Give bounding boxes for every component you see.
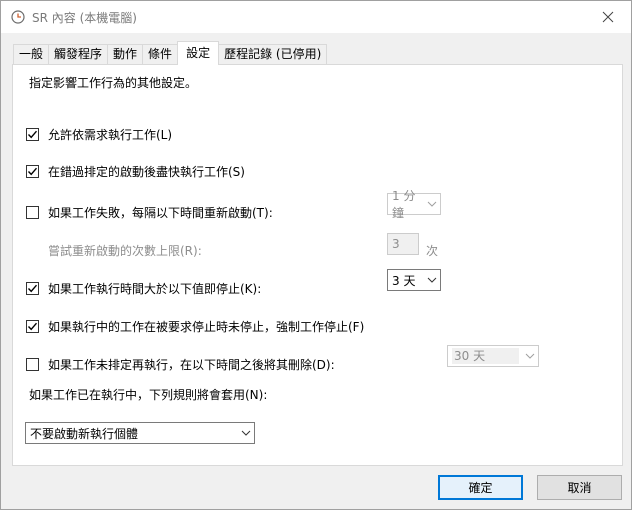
checkmark-icon — [27, 284, 38, 293]
restart-interval-select[interactable]: 1 分鐘 — [387, 189, 441, 220]
stop-duration-value: 3 天 — [392, 273, 416, 288]
run-after-missed-checkbox[interactable] — [26, 165, 39, 178]
tab-actions[interactable]: 動作 — [107, 44, 143, 65]
tab-settings[interactable]: 設定 — [177, 41, 220, 65]
restart-attempts-input[interactable]: 3 — [387, 233, 419, 255]
ok-button[interactable]: 確定 — [438, 475, 523, 500]
stop-if-longer-label[interactable]: 如果工作執行時間大於以下值即停止(K): — [48, 280, 261, 297]
chevron-down-icon — [423, 194, 440, 214]
tab-general[interactable]: 一般 — [13, 44, 49, 65]
restart-interval-value: 1 分鐘 — [392, 189, 416, 220]
delete-duration-select[interactable]: 30 天 — [447, 345, 539, 367]
restart-attempts-unit: 次 — [426, 244, 439, 258]
delete-if-unscheduled-checkbox[interactable] — [26, 358, 39, 371]
stop-if-longer-checkbox[interactable] — [26, 282, 39, 295]
chevron-down-icon — [237, 423, 254, 443]
checkmark-icon — [27, 322, 38, 331]
chevron-down-icon — [423, 270, 440, 290]
run-after-missed-row: 在錯過排定的啟動後盡快執行工作(S) — [26, 163, 245, 180]
stop-if-longer-row: 如果工作執行時間大於以下值即停止(K): — [26, 280, 261, 297]
allow-on-demand-row: 允許依需求執行工作(L) — [26, 126, 172, 143]
checkmark-icon — [27, 167, 38, 176]
running-rule-select[interactable]: 不要啟動新執行個體 — [25, 422, 255, 444]
clock-icon — [11, 10, 25, 24]
running-rule-label: 如果工作已在執行中，下列規則將會套用(N): — [29, 388, 268, 402]
force-stop-row: 如果執行中的工作在被要求停止時未停止，強制工作停止(F) — [26, 318, 364, 335]
chevron-down-icon — [521, 346, 538, 366]
restart-attempts-label: 嘗試重新啟動的次數上限(R): — [48, 244, 202, 258]
tab-strip: 一般 觸發程序 動作 條件 設定 歷程記錄 (已停用) — [13, 41, 328, 65]
checkmark-icon — [27, 130, 38, 139]
run-after-missed-label[interactable]: 在錯過排定的啟動後盡快執行工作(S) — [48, 163, 245, 180]
restart-on-fail-row: 如果工作失敗，每隔以下時間重新啟動(T): — [26, 204, 273, 221]
title-bar: SR 內容 (本機電腦) — [1, 1, 631, 33]
window-title: SR 內容 (本機電腦) — [32, 11, 137, 25]
force-stop-label[interactable]: 如果執行中的工作在被要求停止時未停止，強制工作停止(F) — [48, 318, 364, 335]
delete-if-unscheduled-row: 如果工作未排定再執行，在以下時間之後將其刪除(D): — [26, 356, 335, 373]
delete-if-unscheduled-label[interactable]: 如果工作未排定再執行，在以下時間之後將其刪除(D): — [48, 356, 335, 373]
running-rule-value: 不要啟動新執行個體 — [30, 426, 139, 441]
force-stop-checkbox[interactable] — [26, 320, 39, 333]
restart-on-fail-checkbox[interactable] — [26, 206, 39, 219]
delete-duration-value: 30 天 — [452, 348, 519, 364]
close-icon — [602, 11, 614, 23]
stop-duration-select[interactable]: 3 天 — [387, 269, 441, 291]
settings-panel: 指定影響工作行為的其他設定。 允許依需求執行工作(L) 在錯過排定的啟動後盡快執… — [12, 64, 623, 466]
allow-on-demand-checkbox[interactable] — [26, 128, 39, 141]
close-button[interactable] — [585, 1, 631, 33]
tab-history[interactable]: 歷程記錄 (已停用) — [219, 44, 328, 65]
restart-on-fail-label[interactable]: 如果工作失敗，每隔以下時間重新啟動(T): — [48, 204, 273, 221]
tab-triggers[interactable]: 觸發程序 — [48, 44, 108, 65]
allow-on-demand-label[interactable]: 允許依需求執行工作(L) — [48, 126, 172, 143]
task-properties-window: SR 內容 (本機電腦) 一般 觸發程序 動作 條件 設定 歷程記錄 (已停用)… — [0, 0, 632, 510]
settings-description: 指定影響工作行為的其他設定。 — [29, 76, 198, 90]
cancel-button[interactable]: 取消 — [537, 475, 622, 500]
tab-conditions[interactable]: 條件 — [142, 44, 178, 65]
